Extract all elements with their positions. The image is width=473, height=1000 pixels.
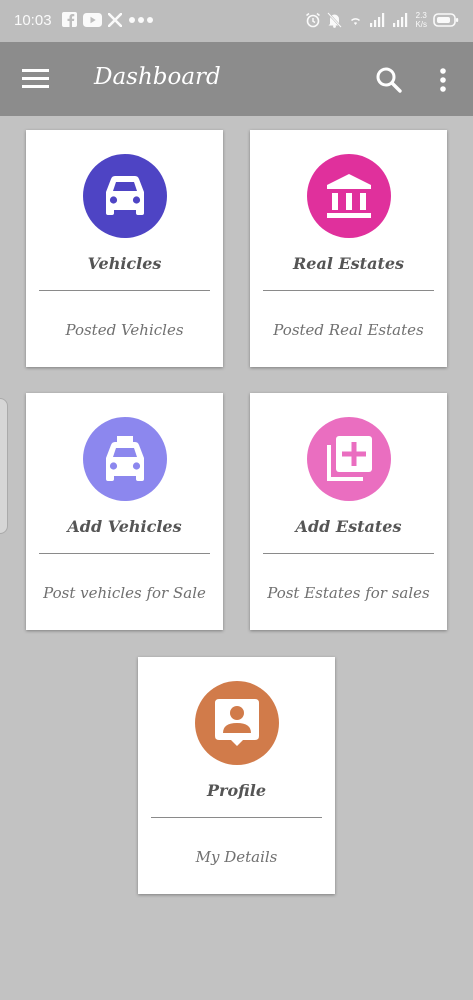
hamburger-menu-icon[interactable] [22, 67, 50, 91]
card-title: Real Estates [292, 254, 405, 273]
car-icon [106, 176, 144, 215]
add-vehicles-card[interactable]: Add Vehicles Post vehicles for Sale [26, 393, 223, 630]
card-divider [151, 817, 322, 818]
add-estates-card[interactable]: Add Estates Post Estates for sales [250, 393, 447, 630]
real-estates-card[interactable]: Real Estates Posted Real Estates [250, 130, 447, 367]
more-vertical-icon[interactable] [436, 67, 450, 93]
page-title: Dashboard [94, 64, 221, 90]
real-estates-icon-circle [307, 154, 391, 238]
card-subtitle: Post Estates for sales [267, 584, 430, 602]
mute-icon [327, 12, 343, 28]
add-estates-icon-circle [307, 417, 391, 501]
notification-icons [62, 12, 154, 27]
side-panel-handle[interactable] [0, 398, 8, 534]
app-toolbar: Dashboard [0, 42, 473, 116]
alarm-icon [306, 12, 321, 28]
add-vehicles-icon-circle [83, 417, 167, 501]
youtube-icon [83, 12, 102, 27]
facebook-icon [62, 12, 77, 27]
contact-icon [215, 699, 259, 746]
card-divider [39, 553, 210, 554]
card-title: Vehicles [87, 254, 162, 273]
status-bar: 10:03 2.3 K/s [0, 0, 473, 42]
signal-1-icon [370, 13, 385, 27]
battery-icon [433, 13, 459, 27]
network-speed-value: 2.3 [415, 11, 427, 20]
status-time: 10:03 [14, 12, 52, 29]
profile-card[interactable]: Profile My Details [138, 657, 335, 894]
taxi-icon [106, 436, 144, 481]
card-subtitle: Posted Vehicles [65, 321, 184, 339]
card-divider [263, 290, 434, 291]
card-subtitle: Post vehicles for Sale [43, 584, 206, 602]
search-icon[interactable] [375, 66, 403, 94]
bank-icon [327, 174, 371, 218]
card-title: Add Vehicles [67, 517, 182, 536]
card-divider [263, 553, 434, 554]
wifi-icon [351, 18, 361, 25]
card-subtitle: My Details [195, 848, 278, 866]
card-subtitle: Posted Real Estates [273, 321, 424, 339]
vehicles-card[interactable]: Vehicles Posted Vehicles [26, 130, 223, 367]
signal-2-icon [393, 13, 408, 27]
library-add-icon [327, 436, 372, 481]
system-icons: 2.3 K/s [305, 11, 459, 29]
x-icon [108, 12, 122, 27]
card-divider [39, 290, 210, 291]
network-speed: 2.3 K/s [415, 11, 427, 29]
network-speed-unit: K/s [415, 20, 427, 29]
profile-icon-circle [195, 681, 279, 765]
card-title: Add Estates [295, 517, 402, 536]
vehicles-icon-circle [83, 154, 167, 238]
card-title: Profile [206, 781, 267, 800]
more-notifications-icon [129, 16, 153, 23]
